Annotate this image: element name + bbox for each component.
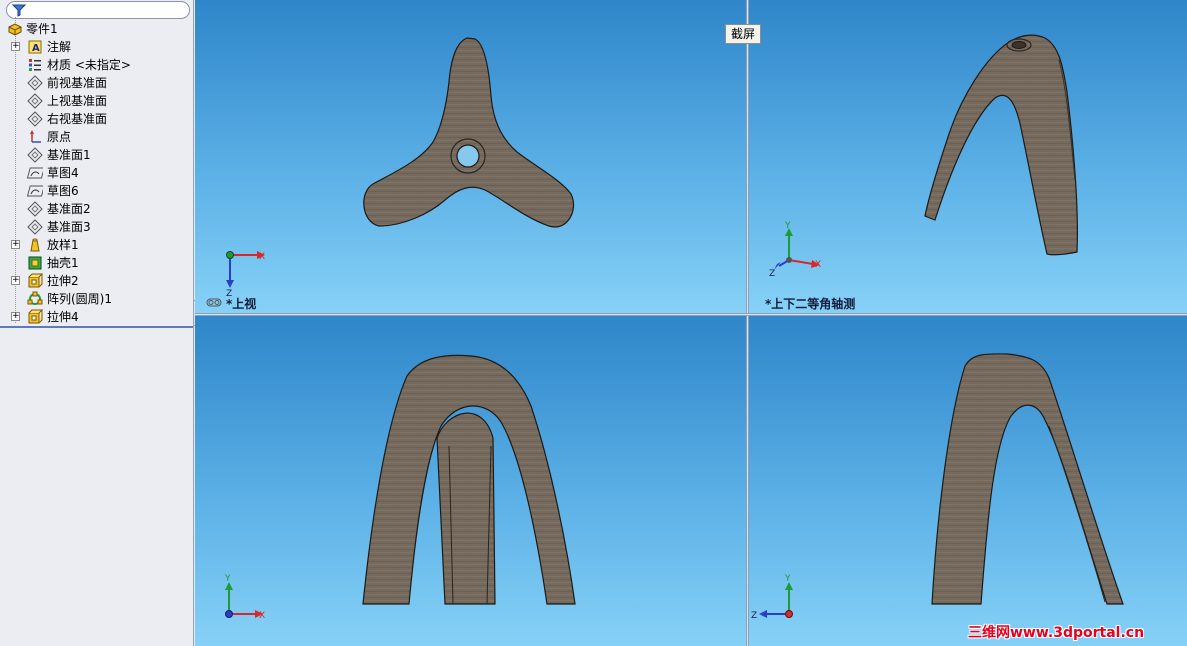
axis-z-label: Z xyxy=(769,269,775,279)
expand-toggle-icon[interactable]: + xyxy=(11,42,20,51)
viewport-dimetric[interactable]: Y Z X *上下二等角轴测 xyxy=(749,0,1187,313)
material-icon xyxy=(27,57,43,73)
tree-item-label: 材质 <未指定> xyxy=(47,58,131,72)
tripod-front-view-model xyxy=(362,354,576,605)
plane-icon xyxy=(27,147,43,163)
tree-item-label: 拉伸2 xyxy=(47,274,79,288)
tree-item[interactable]: 右视基准面 xyxy=(0,110,193,128)
tree-filter-input[interactable] xyxy=(6,1,190,19)
tripod-right-view-model xyxy=(931,353,1124,605)
view-name-label: *上下二等角轴测 xyxy=(765,297,856,311)
watermark-text: 三维网www.3dportal.cn xyxy=(968,625,1145,641)
tree-item-label: 抽壳1 xyxy=(47,256,79,270)
tree-item-label: 阵列(圆周)1 xyxy=(47,292,112,306)
tree-item[interactable]: 前视基准面 xyxy=(0,74,193,92)
feature-manager-panel: 零件1 + A 注解材质 <未指定> 前视基准面上视基准面右视基准面原点基准面1 草图4 草… xyxy=(0,0,194,646)
plane-icon xyxy=(27,75,43,91)
extrude-icon xyxy=(27,273,43,289)
tree-item-label: 注解 xyxy=(47,40,72,54)
viewport-splitter-vertical[interactable] xyxy=(746,0,749,646)
tree-item[interactable]: 基准面3 xyxy=(0,218,193,236)
axis-z-label: Z xyxy=(751,611,757,621)
circular-pattern-icon xyxy=(27,291,43,307)
tree-item[interactable]: 基准面2 xyxy=(0,200,193,218)
tree-item-label: 前视基准面 xyxy=(47,76,108,90)
tree-item[interactable]: + 拉伸4 xyxy=(0,308,193,326)
tree-item-label: 零件1 xyxy=(26,22,58,36)
axis-y-label: Y xyxy=(784,221,791,231)
tree-item-label: 草图6 xyxy=(47,184,79,198)
annotation-icon: A xyxy=(27,39,43,55)
tree-item[interactable]: 草图6 xyxy=(0,182,193,200)
svg-text:A: A xyxy=(32,43,40,54)
filter-icon xyxy=(12,4,26,17)
tree-item[interactable]: 抽壳1 xyxy=(0,254,193,272)
tree-item[interactable]: 上视基准面 xyxy=(0,92,193,110)
tree-item[interactable]: 原点 xyxy=(0,128,193,146)
plane-icon xyxy=(27,219,43,235)
tree-item-label: 放样1 xyxy=(47,238,79,252)
tree-item[interactable]: 阵列(圆周)1 xyxy=(0,290,193,308)
sketch-icon xyxy=(27,183,43,199)
screenshot-tooltip: 截屏 xyxy=(725,24,762,44)
tree-item[interactable]: + 放样1 xyxy=(0,236,193,254)
expand-toggle-icon[interactable]: + xyxy=(11,276,20,285)
feature-tree: 零件1 + A 注解材质 <未指定> 前视基准面上视基准面右视基准面原点基准面1 草图4 草… xyxy=(0,20,193,326)
tree-item[interactable]: + 拉伸2 xyxy=(0,272,193,290)
sketch-icon xyxy=(27,165,43,181)
triad-dimetric: Y Z X xyxy=(769,221,821,279)
plane-icon xyxy=(27,201,43,217)
link-views-icon[interactable] xyxy=(206,298,222,307)
loft-icon xyxy=(27,237,43,253)
tree-item-label: 草图4 xyxy=(47,166,79,180)
tree-item-label: 拉伸4 xyxy=(47,310,79,324)
shell-icon xyxy=(27,255,43,271)
viewport-front[interactable]: Y X xyxy=(195,316,746,646)
triad-right: Y Z xyxy=(751,574,793,621)
tree-item-label: 右视基准面 xyxy=(47,112,108,126)
axis-y-label: Y xyxy=(784,574,791,584)
axis-x-label: X xyxy=(259,611,265,621)
triad-top: X Z xyxy=(226,251,265,299)
panel-splitter[interactable] xyxy=(0,326,193,328)
tree-item[interactable]: 材质 <未指定> xyxy=(0,56,193,74)
viewport-splitter-horizontal[interactable] xyxy=(195,313,1187,316)
triad-front: Y X xyxy=(224,574,265,621)
viewport-right[interactable]: Y Z xyxy=(749,316,1187,646)
viewport-top[interactable]: X Z *上视 xyxy=(195,0,746,313)
tree-root-item[interactable]: 零件1 xyxy=(0,20,193,38)
view-name-label: *上视 xyxy=(226,297,257,311)
tree-item[interactable]: + A 注解 xyxy=(0,38,193,56)
tree-item[interactable]: 基准面1 xyxy=(0,146,193,164)
expand-toggle-icon[interactable]: + xyxy=(11,240,20,249)
tree-item-label: 基准面2 xyxy=(47,202,91,216)
tree-item-label: 上视基准面 xyxy=(47,94,108,108)
axis-x-label: X xyxy=(815,260,821,270)
expand-toggle-icon[interactable]: + xyxy=(11,312,20,321)
plane-icon xyxy=(27,111,43,127)
tree-item-label: 原点 xyxy=(47,130,72,144)
tree-item[interactable]: 草图4 xyxy=(0,164,193,182)
axis-x-label: X xyxy=(259,252,265,262)
tree-item-label: 基准面3 xyxy=(47,220,91,234)
origin-icon xyxy=(27,129,43,145)
plane-icon xyxy=(27,93,43,109)
extrude-icon xyxy=(27,309,43,325)
tree-item-label: 基准面1 xyxy=(47,148,91,162)
tripod-dimetric-model xyxy=(924,34,1078,256)
axis-y-label: Y xyxy=(224,574,231,584)
part-icon xyxy=(7,21,23,37)
tripod-top-view-model xyxy=(363,37,575,228)
